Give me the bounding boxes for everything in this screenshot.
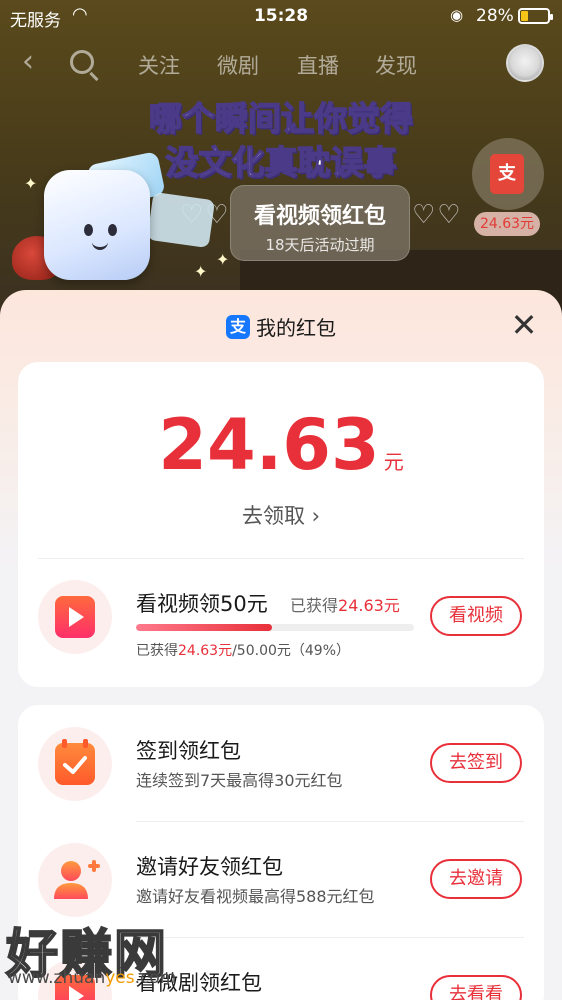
tab-micro-drama[interactable]: 微剧: [217, 50, 259, 80]
back-icon[interactable]: ‹: [22, 44, 34, 79]
invite-button[interactable]: 去邀请: [430, 859, 522, 899]
rotation-lock-icon: ◉: [450, 6, 464, 24]
watch-video-promo[interactable]: 看视频领红包 18天后活动过期: [230, 185, 410, 261]
alipay-logo-icon: 支: [226, 314, 250, 339]
mascot-icon: [44, 170, 150, 280]
play-video-icon: [38, 580, 112, 654]
watermark: 好赚网 www.zhuanyes.com: [5, 912, 206, 1000]
promo-title: 看视频领红包: [253, 204, 386, 229]
sheet-header: 支我的红包: [0, 312, 562, 344]
tab-following[interactable]: 关注: [138, 50, 180, 80]
watch-video-button[interactable]: 看视频: [430, 596, 522, 636]
balance-card: 24.63 元 去领取 › 看视频领50元 已获得24.63元 已获得24.63元…: [18, 362, 544, 687]
sign-in-task-title: 签到领红包: [136, 739, 241, 763]
watch-task-earned: 已获得24.63元: [290, 596, 400, 615]
tab-discover[interactable]: 发现: [375, 50, 417, 80]
sparkle-icon: ✦: [216, 250, 230, 269]
close-icon[interactable]: ✕: [508, 309, 540, 342]
divider: [136, 821, 524, 822]
promo-expiry: 18天后活动过期: [265, 236, 375, 254]
red-envelope-icon: 支: [490, 154, 524, 194]
sheet-title: 我的红包: [256, 316, 336, 340]
watch-task-progress-text: 已获得24.63元/50.00元（49%）: [136, 643, 351, 659]
watch-task-title: 看视频领50元: [136, 592, 268, 616]
card-decoration-2: [146, 191, 216, 249]
calendar-check-icon: [38, 727, 112, 801]
watermark-url: www.zhuanyes.com: [8, 968, 177, 988]
floating-amount: 24.63元: [474, 212, 540, 236]
video-background[interactable]: 无服务 ◠ 15:28 ◉ 28% ‹ 关注 微剧 直播 发现 哪个瞬间让你觉得…: [0, 0, 562, 320]
claim-link[interactable]: 去领取 ›: [18, 500, 544, 530]
divider: [38, 558, 524, 559]
balance-unit: 元: [383, 450, 404, 474]
invite-task-subtitle: 邀请好友看视频最高得588元红包: [136, 887, 375, 906]
watch-drama-button[interactable]: 去看看: [430, 975, 522, 1000]
search-icon[interactable]: [70, 50, 94, 74]
video-headline-line1: 哪个瞬间让你觉得: [148, 98, 414, 139]
status-bar: 无服务 ◠ 15:28 ◉ 28%: [0, 0, 562, 32]
invite-task-title: 邀请好友领红包: [136, 855, 283, 879]
balance-amount: 24.63 元: [158, 404, 404, 486]
battery-percent: 28%: [476, 6, 514, 26]
floating-red-packet[interactable]: 支 24.63元: [470, 138, 544, 238]
sparkle-icon: ✦: [194, 262, 208, 281]
red-packet-sheet: 支我的红包 ✕ 24.63 元 去领取 › 看视频领50元 已获得24.63元 已…: [0, 290, 562, 1000]
battery-icon: [518, 8, 553, 24]
sparkle-icon: ✦: [24, 174, 38, 193]
watch-progress-bar: [136, 624, 414, 631]
top-nav: ‹ 关注 微剧 直播 发现: [0, 40, 562, 88]
heart-decoration-right: ♡♡: [412, 200, 463, 230]
tab-live[interactable]: 直播: [297, 50, 339, 80]
avatar[interactable]: [506, 44, 544, 82]
sign-in-button[interactable]: 去签到: [430, 743, 522, 783]
sign-in-task-subtitle: 连续签到7天最高得30元红包: [136, 771, 343, 790]
person-add-icon: [38, 843, 112, 917]
